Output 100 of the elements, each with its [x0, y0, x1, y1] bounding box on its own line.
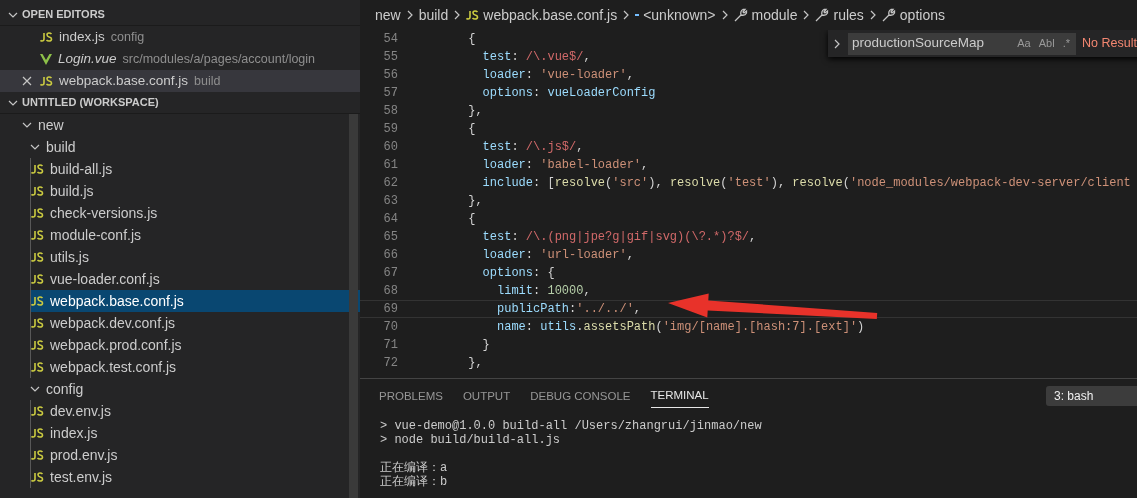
js-file-icon: [31, 318, 44, 328]
line-number: 64: [382, 211, 398, 228]
item-label: build.js: [50, 181, 94, 201]
file-item[interactable]: webpack.test.conf.js: [31, 356, 360, 378]
file-item[interactable]: module-conf.js: [31, 224, 360, 246]
terminal-line: > vue-demo@1.0.0 build-all /Users/zhangrui/jinmao/new: [380, 419, 763, 433]
breadcrumb-item[interactable]: new: [375, 4, 401, 26]
line-number: 71: [382, 337, 398, 354]
terminal-select[interactable]: 3: bash: [1046, 386, 1137, 406]
breadcrumb-item[interactable]: options: [899, 4, 945, 26]
item-label: test.env.js: [50, 467, 112, 487]
terminal-line: > node build/build-all.js: [380, 433, 562, 447]
panel-tab[interactable]: DEBUG CONSOLE: [530, 385, 631, 408]
js-file-icon: [466, 10, 480, 20]
breadcrumb-item[interactable]: build: [418, 4, 449, 26]
folder-item[interactable]: new: [0, 114, 360, 136]
file-item[interactable]: dev.env.js: [31, 400, 360, 422]
js-file-icon: [40, 76, 53, 86]
close-icon[interactable]: [22, 76, 32, 86]
code-line: },: [467, 193, 483, 210]
file-item[interactable]: utils.js: [31, 246, 360, 268]
line-number: 55: [382, 49, 398, 66]
file-path: config: [110, 28, 145, 46]
find-input[interactable]: productionSourceMap Aa Abl .*: [848, 32, 1076, 55]
section-header[interactable]: OPEN EDITORS: [22, 6, 105, 23]
item-label: build-all.js: [50, 159, 113, 179]
line-number: 62: [382, 175, 398, 192]
vue-file-icon: [40, 53, 52, 65]
line-number: 65: [382, 229, 398, 246]
item-label: prod.env.js: [50, 445, 118, 465]
code-line: publicPath:'../../',: [496, 301, 642, 318]
find-option-toggle[interactable]: .*: [1062, 35, 1070, 52]
file-item[interactable]: build.js: [31, 180, 360, 202]
breadcrumb-item[interactable]: webpack.base.conf.js: [483, 4, 618, 26]
file-item[interactable]: index.js: [31, 422, 360, 444]
line-number: 59: [382, 121, 398, 138]
code-line: options: {: [481, 265, 555, 282]
code-line: },: [467, 103, 483, 120]
chevron-icon[interactable]: [22, 120, 32, 130]
item-label: utils.js: [50, 247, 89, 267]
breadcrumb-item[interactable]: <unknown>: [643, 4, 716, 26]
wrench-icon: [881, 8, 896, 22]
scrollbar[interactable]: [349, 114, 358, 498]
js-file-icon: [31, 230, 44, 240]
line-number: 61: [382, 157, 398, 174]
chevron-icon[interactable]: [30, 142, 40, 152]
file-name: index.js: [59, 27, 105, 46]
code-line: },: [467, 355, 483, 372]
file-item[interactable]: webpack.prod.conf.js: [31, 334, 360, 356]
file-path: build: [194, 72, 221, 90]
code-line: {: [467, 31, 476, 48]
file-name: Login.vue: [58, 49, 117, 68]
code-line: {: [467, 211, 476, 228]
js-file-icon: [31, 428, 44, 438]
breadcrumb-item[interactable]: module: [751, 4, 798, 26]
code-line: loader: 'babel-loader',: [481, 157, 649, 174]
find-option-toggle[interactable]: Abl: [1038, 35, 1055, 52]
item-label: index.js: [50, 423, 98, 443]
line-number: 58: [382, 103, 398, 120]
file-item[interactable]: vue-loader.conf.js: [31, 268, 360, 290]
breadcrumb-item[interactable]: rules: [833, 4, 864, 26]
code-line: test: /\.js$/,: [481, 139, 584, 156]
open-editor-item[interactable]: index.js config: [0, 26, 360, 48]
panel-tab[interactable]: OUTPUT: [462, 385, 511, 408]
item-label: build: [46, 137, 76, 157]
code-line: name: utils.assetsPath('img/[name].[hash:7].[ext]'): [496, 319, 865, 336]
js-file-icon: [31, 274, 44, 284]
find-input-text: productionSourceMap: [852, 34, 986, 53]
line-number: 57: [382, 85, 398, 102]
line-number: 66: [382, 247, 398, 264]
item-label: module-conf.js: [50, 225, 142, 245]
file-item[interactable]: webpack.base.conf.js: [31, 290, 360, 312]
file-item[interactable]: check-versions.js: [31, 202, 360, 224]
js-file-icon: [31, 208, 44, 218]
item-label: webpack.dev.conf.js: [50, 313, 176, 333]
item-label: vue-loader.conf.js: [50, 269, 160, 289]
folder-item[interactable]: build: [0, 136, 360, 158]
js-file-icon: [31, 472, 44, 482]
wrench-icon: [733, 8, 748, 22]
item-label: dev.env.js: [50, 401, 111, 421]
toggle-replace-icon[interactable]: [832, 38, 842, 49]
code-line: }: [481, 337, 490, 354]
chevron-icon[interactable]: [30, 384, 40, 394]
file-item[interactable]: test.env.js: [31, 466, 360, 488]
open-editor-item[interactable]: Login.vue src/modules/a/pages/account/login: [0, 48, 360, 70]
file-item[interactable]: build-all.js: [31, 158, 360, 180]
section-header[interactable]: UNTITLED (WORKSPACE): [22, 94, 159, 111]
file-item[interactable]: prod.env.js: [31, 444, 360, 466]
line-number: 70: [382, 319, 398, 336]
panel-tab[interactable]: TERMINAL: [650, 385, 709, 408]
panel-tab[interactable]: PROBLEMS: [379, 385, 443, 408]
file-item[interactable]: webpack.dev.conf.js: [31, 312, 360, 334]
folder-item[interactable]: config: [0, 378, 360, 400]
open-editor-item[interactable]: webpack.base.conf.js build: [0, 70, 360, 92]
find-option-toggle[interactable]: Aa: [1017, 35, 1031, 52]
find-result-count: No Result: [1082, 35, 1137, 53]
file-name: webpack.base.conf.js: [59, 71, 189, 90]
terminal-line: 正在编译：a: [380, 461, 449, 475]
js-file-icon: [31, 450, 44, 460]
js-file-icon: [31, 252, 44, 262]
